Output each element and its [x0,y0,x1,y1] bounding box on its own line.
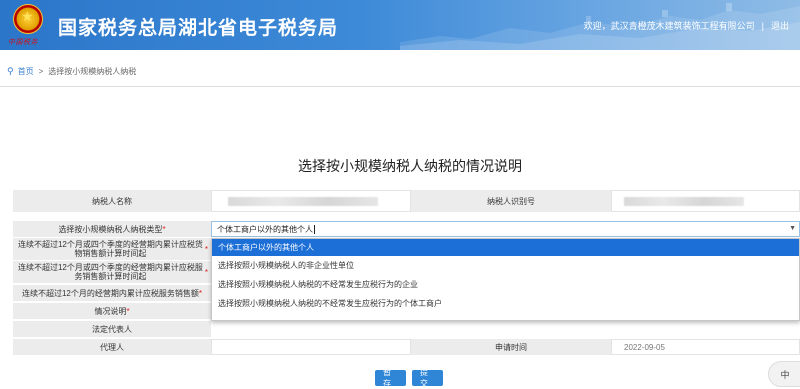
required-mark: * [126,306,130,316]
taxpayer-type-dropdown: 个体工商户以外的其他个人 选择按照小规模纳税人的非企业性单位 选择按照小规模纳税… [211,238,800,321]
required-mark: * [162,224,166,234]
required-mark: * [204,267,208,277]
site-title: 国家税务总局湖北省电子税务局 [58,18,339,39]
save-draft-button[interactable]: 暂存 [375,368,406,388]
submit-button[interactable]: 提交 [412,368,443,388]
emblem-star-icon: ★ [21,8,34,24]
logout-link[interactable]: 退出 [771,21,789,31]
caret-down-icon: ▼ [789,225,796,232]
input-method-badge[interactable]: 中 [768,361,800,387]
breadcrumb: ⚲ 首页 > 选择按小规模纳税人纳税 [0,60,800,82]
service-sales-label: 连续不超过12个月的经营期内累计应税服务销售额 * [13,285,211,301]
redacted-name [228,196,378,206]
service-start-label: 连续不超过12个月或四个季度的经营期内累计应税服务销售额计算时间起 * [13,261,211,283]
service-start-label-text: 连续不超过12个月或四个季度的经营期内累计应税服务销售额计算时间起 [17,263,203,281]
taxpayer-name-value [211,190,411,212]
dropdown-option[interactable]: 选择按照小规模纳税人纳税的不经常发生应税行为的个体工商户 [212,294,799,313]
text-cursor [314,224,315,234]
legal-rep-label: 法定代表人 [13,321,211,337]
page-title: 选择按小规模纳税人纳税的情况说明 [298,158,522,174]
agent-value[interactable] [211,339,411,355]
required-mark: * [204,244,208,254]
divider [0,86,800,87]
explain-label: 情况说明 * [13,303,211,319]
welcome-text: 欢迎，武汉青橙茂木建筑装饰工程有限公司 [583,21,755,31]
breadcrumb-arrow: > [38,66,44,76]
taxpayer-id-label: 纳税人识别号 [411,190,611,212]
breadcrumb-current: 选择按小规模纳税人纳税 [48,66,137,76]
agent-label: 代理人 [13,339,211,355]
user-area: 欢迎，武汉青橙茂木建筑装饰工程有限公司 | 退出 [584,19,789,32]
service-sales-label-text: 连续不超过12个月的经营期内累计应税服务销售额 [21,288,199,298]
brand-script-logo: 中国税务 [8,38,38,46]
apply-date-value: 2022-09-05 [611,339,800,355]
top-header: ★ 中国税务 国家税务总局湖北省电子税务局 欢迎，武汉青橙茂木建筑装饰工程有限公… [0,0,800,50]
type-label: 选择按小规模纳税人纳税类型 * [13,221,211,237]
dropdown-option[interactable]: 选择按照小规模纳税人纳税的不经常发生应税行为的企业 [212,275,799,294]
apply-date-label: 申请时间 [411,339,611,355]
taxpayer-id-value [611,190,800,212]
taxpayer-type-select[interactable]: 个体工商户以外的其他个人 ▼ [211,221,800,237]
header-separator: | [761,21,764,31]
type-select-value: 个体工商户以外的其他个人 [217,224,313,234]
required-mark: * [198,288,203,298]
location-pin-icon: ⚲ [7,65,14,76]
goods-start-label-text: 连续不超过12个月或四个季度的经营期内累计应税货物销售额计算时间起 [17,240,203,258]
redacted-id [624,196,744,206]
explain-label-text: 情况说明 [94,306,127,316]
breadcrumb-home-link[interactable]: 首页 [18,66,34,77]
dropdown-option[interactable]: 选择按照小规模纳税人的非企业性单位 [212,256,799,275]
goods-start-label: 连续不超过12个月或四个季度的经营期内累计应税货物销售额计算时间起 * [13,238,211,260]
taxpayer-name-label: 纳税人名称 [13,190,211,212]
dropdown-option[interactable]: 个体工商户以外的其他个人 [212,239,799,256]
type-label-text: 选择按小规模纳税人纳税类型 [58,224,163,234]
